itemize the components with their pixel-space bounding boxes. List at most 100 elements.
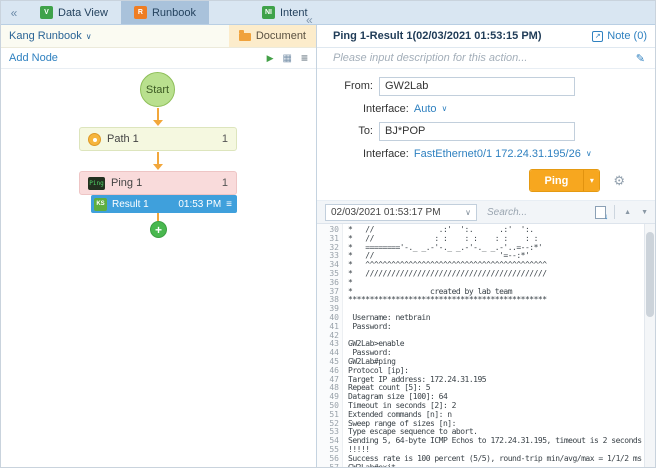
note-area: ↗ Note (0) xyxy=(592,30,647,42)
runbook-header: Kang Runbook ∨ Document xyxy=(1,25,316,48)
export-output-icon[interactable]: ↓ xyxy=(595,206,606,219)
chevron-down-icon: ∨ xyxy=(86,32,92,41)
ping-node-count: 1 xyxy=(222,177,228,189)
timestamp-select[interactable]: 02/03/2021 01:53:17 PM ∨ xyxy=(325,204,477,221)
interface-label: Interface: xyxy=(363,103,409,115)
flow-connector xyxy=(157,108,159,120)
flow-arrowhead-icon xyxy=(153,164,163,170)
from-input[interactable] xyxy=(379,77,575,96)
run-all-icon[interactable]: ▶ xyxy=(267,53,274,64)
to-interface-row: Interface: FastEthernet0/1 172.24.31.195… xyxy=(363,144,643,163)
interface-label: Interface: xyxy=(363,148,409,160)
result-toolbar: 02/03/2021 01:53:17 PM ∨ ↓ ▲ ▼ xyxy=(317,201,655,224)
tab-intent-label: Intent xyxy=(280,7,308,19)
start-node[interactable]: Start xyxy=(140,72,175,107)
runbook-name-dropdown[interactable]: Kang Runbook ∨ xyxy=(9,30,92,42)
console-line-text: GW2Lab#exit xyxy=(348,464,644,468)
console-line-text: ****************************************… xyxy=(348,296,644,305)
flow-arrowhead-icon xyxy=(153,120,163,126)
runbook-panel: Kang Runbook ∨ Document Add Node ▶ ▦ ≡ xyxy=(1,25,317,468)
result-time: 01:53 PM xyxy=(178,199,221,210)
ping-node[interactable]: Ping Ping 1 1 xyxy=(79,171,237,195)
result-label: Result 1 xyxy=(112,199,149,210)
path-node-count: 1 xyxy=(222,133,228,145)
ping-terminal-icon: Ping xyxy=(88,177,105,190)
tab-data-view-label: Data View xyxy=(58,7,108,19)
gear-icon[interactable]: ⚙ xyxy=(613,173,625,189)
runbook-name-label: Kang Runbook xyxy=(9,30,82,42)
data-view-icon: V xyxy=(40,6,53,19)
console-line-text: * //////////////////////////////////////… xyxy=(348,270,644,279)
from-interface-row: Interface: Auto ∨ xyxy=(363,99,643,118)
main-split: Kang Runbook ∨ Document Add Node ▶ ▦ ≡ xyxy=(1,25,655,468)
chevron-down-icon[interactable]: ∨ xyxy=(442,104,448,113)
description-row: Please input description for this action… xyxy=(317,48,655,69)
flow-connector xyxy=(157,152,159,164)
flowchart-canvas[interactable]: Start Path 1 1 Ping Ping 1 1 KS xyxy=(1,69,316,468)
cli-output-console: 30 31 32 33 34 35 36 37 xyxy=(317,224,655,468)
console-text: * // .:' ':. .:' ':. * // : : : : : : : … xyxy=(343,224,644,468)
start-node-label: Start xyxy=(146,84,169,96)
search-next-icon[interactable]: ▼ xyxy=(640,209,649,216)
to-input[interactable] xyxy=(379,122,575,141)
path-node-label: Path 1 xyxy=(107,133,139,145)
popout-icon[interactable]: ↗ xyxy=(592,31,603,42)
result-panel: Ping 1-Result 1(02/03/2021 01:53:15 PM) … xyxy=(317,25,655,468)
tab-spacer xyxy=(209,1,249,24)
plus-icon: + xyxy=(155,223,162,237)
scrollbar-thumb[interactable] xyxy=(646,232,654,317)
tab-runbook[interactable]: R Runbook xyxy=(121,1,209,24)
ping-button-group: Ping ▾ xyxy=(529,169,601,192)
from-row: From: xyxy=(333,75,643,97)
netbrain-runbook-app: « V Data View R Runbook NI Intent « Kang… xyxy=(0,0,656,468)
to-label: To: xyxy=(333,125,373,137)
add-step-button[interactable]: + xyxy=(150,221,167,238)
console-scrollbar[interactable] xyxy=(644,224,655,468)
chevron-down-icon: ∨ xyxy=(465,208,471,217)
path-node[interactable]: Path 1 1 xyxy=(79,127,237,151)
to-row: To: xyxy=(333,120,643,142)
document-label: Document xyxy=(256,30,306,42)
folder-icon xyxy=(239,33,251,41)
line-number-gutter: 30 31 32 33 34 35 36 37 xyxy=(317,224,343,468)
edit-pencil-icon[interactable]: ✎ xyxy=(636,52,645,65)
top-tabbar: « V Data View R Runbook NI Intent xyxy=(1,1,655,25)
timestamp-value: 02/03/2021 01:53:17 PM xyxy=(331,207,441,218)
path-icon xyxy=(88,133,101,146)
layout-view-icon[interactable]: ▦ xyxy=(283,53,292,64)
collapse-flowchart-icon[interactable]: « xyxy=(306,13,313,27)
console-line-text: Password: xyxy=(348,323,644,332)
search-prev-icon[interactable]: ▲ xyxy=(623,209,632,216)
ping-dropdown-icon[interactable]: ▾ xyxy=(583,170,599,191)
tab-data-view[interactable]: V Data View xyxy=(27,1,121,24)
result-row[interactable]: KS Result 1 01:53 PM ≡ xyxy=(91,195,237,213)
ping-action-row: Ping ▾ ⚙ xyxy=(317,169,625,192)
chevron-down-icon[interactable]: ∨ xyxy=(586,149,592,158)
download-arrow-icon: ↓ xyxy=(604,212,608,221)
note-link[interactable]: Note (0) xyxy=(607,30,647,42)
document-button[interactable]: Document xyxy=(229,25,316,47)
search-input[interactable] xyxy=(485,204,587,221)
tab-runbook-label: Runbook xyxy=(152,7,196,19)
intent-icon: NI xyxy=(262,6,275,19)
description-placeholder[interactable]: Please input description for this action… xyxy=(333,52,527,64)
toolbar-divider xyxy=(614,205,615,219)
console-line-text: Sending 5, 64-byte ICMP Echos to 172.24.… xyxy=(348,437,644,446)
runbook-menu-icon[interactable]: ≡ xyxy=(301,51,308,65)
runbook-toolbar: Add Node ▶ ▦ ≡ xyxy=(1,48,316,69)
console-line-text: GW2Lab>enable xyxy=(348,340,644,349)
ping-node-label: Ping 1 xyxy=(111,177,142,189)
flow-connector xyxy=(157,213,159,221)
result-title: Ping 1-Result 1(02/03/2021 01:53:15 PM) xyxy=(333,30,592,42)
collapse-left-icon[interactable]: « xyxy=(1,1,27,24)
runbook-icon: R xyxy=(134,6,147,19)
from-label: From: xyxy=(333,80,373,92)
to-interface-dropdown[interactable]: FastEthernet0/1 172.24.31.195/26 xyxy=(414,148,581,160)
from-interface-dropdown[interactable]: Auto xyxy=(414,103,437,115)
runbook-toolbar-icons: ▶ ▦ ≡ xyxy=(267,51,308,65)
result-badge-icon: KS xyxy=(94,198,107,211)
ping-form: From: Interface: Auto ∨ To: Interface: F… xyxy=(317,69,655,201)
result-menu-icon[interactable]: ≡ xyxy=(226,199,232,210)
add-node-button[interactable]: Add Node xyxy=(9,52,58,64)
ping-button[interactable]: Ping xyxy=(530,170,584,191)
